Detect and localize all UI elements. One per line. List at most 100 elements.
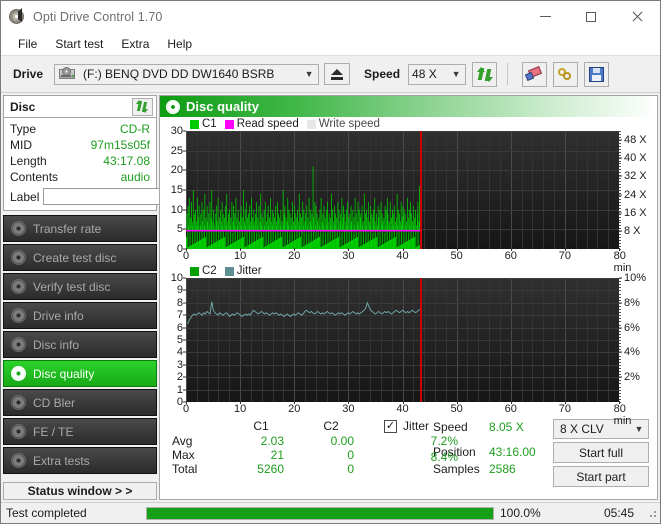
c2-plot-wrap: 0 1 2 3 4 5 6 7 8 9 10 2% 4% 6% 8% 10% [162, 272, 655, 408]
disc-check-icon [11, 279, 26, 294]
y2-tick-label: 48 X [624, 134, 647, 147]
eject-button[interactable] [324, 63, 351, 85]
sidebar-item-disc-info[interactable]: Disc info [3, 331, 157, 358]
drive-select[interactable]: (F:) BENQ DVD DD DW1640 BSRB ▼ [54, 63, 320, 85]
x-tick-label: 60 [504, 403, 517, 415]
sidebar-item-label: Disc quality [33, 366, 95, 381]
window-controls [522, 1, 660, 32]
sidebar-item-drive-info[interactable]: Drive info [3, 302, 157, 329]
menu-item-file[interactable]: File [9, 34, 46, 54]
x-tick-label: 10 [234, 403, 247, 415]
menu-item-start-test[interactable]: Start test [46, 34, 112, 54]
disc-info-icon [11, 337, 26, 352]
c1-chart-legend: C1 Read speed Write speed [162, 117, 655, 131]
sidebar-item-cd-bler[interactable]: CD Bler [3, 389, 157, 416]
jitter-checkbox[interactable]: ✓ [384, 419, 397, 433]
stats-row-max-c1: 21 [270, 448, 284, 462]
refresh-button[interactable] [472, 61, 498, 87]
y-tick-label: 10 [170, 272, 183, 284]
y2-tick-label: 40 X [624, 152, 647, 165]
minimize-button[interactable] [522, 1, 568, 32]
disc-row-length: Length 43:17.08 [10, 153, 150, 169]
sidebar-item-label: Create test disc [33, 250, 117, 265]
start-full-button[interactable]: Start full [553, 442, 649, 463]
sidebar-item-label: Disc info [33, 337, 80, 352]
speed-select[interactable]: 48 X ▼ [408, 63, 467, 85]
maximize-button[interactable] [568, 1, 614, 32]
disc-write-icon [11, 250, 26, 265]
x-tick-label: 20 [288, 403, 301, 415]
test-speed-select[interactable]: 8 X CLV ▼ [553, 419, 649, 439]
resize-grip[interactable] [646, 507, 658, 519]
y2-tick-label: 6% [624, 321, 640, 334]
disc-row-type-value: CD-R [120, 122, 150, 136]
main-header: Disc quality [160, 96, 657, 117]
sidebar: Disc Type CD-R MID 97m15s05f Length 43:1… [1, 93, 247, 502]
legend-label: Read speed [236, 118, 299, 130]
chevron-down-icon: ▼ [634, 423, 644, 434]
sidebar-item-transfer-rate[interactable]: Transfer rate [3, 215, 157, 242]
progress-bar [146, 506, 494, 520]
sidebar-item-label: FE / TE [33, 424, 74, 439]
disc-row-length-key: Length [10, 154, 47, 168]
c2-y-axis-right: 2% 4% 6% 8% 10% [619, 272, 655, 403]
disc-label-key: Label [10, 189, 40, 204]
sidebar-item-fe-te[interactable]: FE / TE [3, 418, 157, 445]
legend-item-c2: C2 [190, 265, 217, 277]
sidebar-item-extra-tests[interactable]: Extra tests [3, 447, 157, 474]
key-icon [557, 67, 574, 82]
disc-row-length-value: 43:17.08 [103, 154, 150, 168]
test-speed-select-value: 8 X CLV [560, 422, 604, 436]
window-title: Opti Drive Control 1.70 [33, 9, 163, 24]
c1-y-axis-right: 8 X 16 X 24 X 32 X 40 X 48 X [619, 131, 655, 250]
disc-refresh-button[interactable] [132, 97, 153, 116]
x-tick-label: 50 [450, 403, 463, 415]
y2-tick-label: 2% [624, 371, 640, 384]
sidebar-item-create-test-disc[interactable]: Create test disc [3, 244, 157, 271]
samples-readout-value: 2586 [489, 462, 516, 476]
sidebar-item-label: Verify test disc [33, 279, 111, 294]
disc-row-mid-value: 97m15s05f [90, 138, 150, 152]
menu-item-help[interactable]: Help [158, 34, 201, 54]
c2-y-axis: 0 1 2 3 4 5 6 7 8 9 10 [162, 272, 186, 408]
sidebar-item-label: Drive info [33, 308, 84, 323]
y2-tick-label: 24 X [624, 188, 647, 201]
x-tick-label: 50 [450, 250, 463, 262]
save-button[interactable] [584, 61, 610, 87]
drive-icon [59, 67, 76, 81]
c2-chart-legend: C2 Jitter [162, 264, 655, 278]
jitter-avg-value: 7.2% [430, 434, 458, 448]
sidebar-item-disc-quality[interactable]: Disc quality [3, 360, 157, 387]
status-window-button[interactable]: Status window > > [3, 482, 157, 500]
legend-swatch [224, 266, 234, 276]
disc-panel: Disc Type CD-R MID 97m15s05f Length 43:1… [3, 95, 247, 211]
key-button[interactable] [553, 61, 579, 87]
c2-plot[interactable] [186, 278, 619, 402]
legend-label: Jitter [236, 265, 262, 277]
y2-tick-label: 32 X [624, 170, 647, 183]
stats-row-avg-c2: 0.00 [330, 434, 354, 448]
disc-panel-title: Disc [10, 99, 36, 114]
cursor-line [420, 131, 423, 249]
start-part-button[interactable]: Start part [553, 466, 649, 487]
disc-icon [11, 221, 26, 236]
status-bar: Test completed 100.0% 05:45 [1, 502, 660, 523]
drive-label: Drive [13, 67, 44, 81]
eject-icon [331, 68, 344, 80]
sidebar-item-verify-test-disc[interactable]: Verify test disc [3, 273, 157, 300]
progress-bar-fill [147, 507, 493, 519]
sidebar-item-label: CD Bler [33, 395, 76, 410]
main-panel: Disc quality C1 Read speed Write speed 0… [159, 95, 658, 500]
y-tick-label: 10 [170, 203, 183, 216]
c1-plot[interactable] [186, 131, 619, 249]
disc-row-contents-value: audio [120, 170, 150, 184]
erase-button[interactable] [522, 61, 548, 87]
y2-tick-label: 16 X [624, 206, 647, 219]
disc-row-type: Type CD-R [10, 121, 150, 137]
legend-swatch [190, 266, 199, 276]
disc-quality-icon [166, 99, 180, 114]
disc-icon [11, 453, 26, 468]
menu-item-extra[interactable]: Extra [112, 34, 158, 54]
c1-chart-block: C1 Read speed Write speed 0 5 10 15 20 25 30 [162, 117, 655, 274]
close-button[interactable] [614, 1, 660, 32]
